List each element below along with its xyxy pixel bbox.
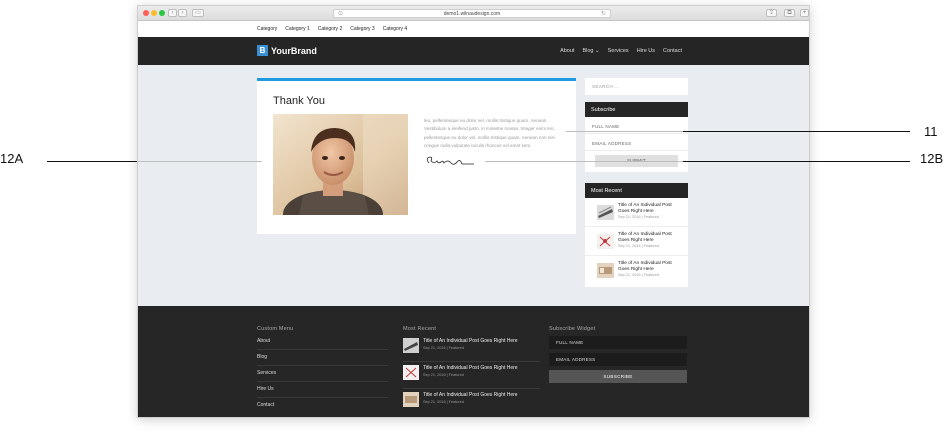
category-link[interactable]: Category 3: [350, 26, 374, 32]
post-thumbnail: [403, 338, 419, 353]
page-viewport: Category Category 1 Category 2 Category …: [138, 21, 809, 417]
browser-toolbar: ‹ › ▭ ⊙ demo1.wilnaudesign.com ↻ ⇪ ⧉ +: [138, 6, 809, 21]
callout-12b-line: [485, 161, 683, 162]
post-meta: Sep 21, 2016 | Featured: [423, 373, 464, 377]
post-meta: Sep 21, 2016 | Featured: [618, 244, 659, 248]
post-thumbnail: [597, 234, 614, 249]
chevron-down-icon: ⌄: [594, 48, 600, 54]
nav-item-about[interactable]: About: [560, 48, 574, 54]
post-meta: Sep 21, 2016 | Featured: [423, 400, 464, 404]
email-field[interactable]: EMAIL ADDRESS: [585, 134, 688, 151]
footer-link-services[interactable]: Services: [257, 366, 388, 382]
card-body-text: leo, pellentesque eu dolor vel, mollis t…: [424, 118, 555, 149]
subscribe-button[interactable]: SUBSCRIBE: [549, 370, 687, 383]
post-title: Title of An Individual Post Goes Right H…: [423, 365, 518, 371]
post-title: Title of An Individual Post Goes Right H…: [618, 203, 672, 214]
callout-11-line-outer: [683, 131, 910, 132]
nav-item-contact[interactable]: Contact: [663, 48, 682, 54]
post-thumbnail: [597, 205, 614, 220]
nav-item-hire-us[interactable]: Hire Us: [637, 48, 655, 54]
reload-icon[interactable]: ↻: [601, 10, 606, 18]
nav-item-blog[interactable]: Blog ⌄: [582, 48, 599, 54]
footer-email-field[interactable]: EMAIL ADDRESS: [549, 353, 687, 366]
portrait-photo: [273, 114, 408, 215]
forward-button[interactable]: ›: [178, 9, 187, 17]
sidebar-search-input[interactable]: SEARCH ...: [585, 78, 688, 95]
list-item[interactable]: Title of An Individual Post Goes Right H…: [585, 198, 688, 227]
footer-link-about[interactable]: About: [257, 334, 388, 350]
tabs-button[interactable]: ⧉: [784, 9, 795, 17]
address-bar[interactable]: ⊙ demo1.wilnaudesign.com ↻: [333, 9, 611, 18]
category-link[interactable]: Category 1: [285, 26, 309, 32]
logo-mark: B: [257, 45, 268, 56]
maximize-window-button[interactable]: [159, 10, 165, 16]
callout-12a-label: 12A: [0, 151, 24, 166]
callout-12a-line: [47, 161, 137, 162]
category-link[interactable]: Category 4: [383, 26, 407, 32]
list-item[interactable]: Title of An Individual Post Goes Right H…: [403, 335, 540, 362]
most-recent-heading: Most Recent: [585, 183, 688, 198]
minimize-window-button[interactable]: [151, 10, 157, 16]
nav-item-services[interactable]: Services: [608, 48, 629, 54]
thank-you-card: Thank You leo, pellentesque eu dolor vel…: [257, 78, 576, 234]
footer-link-hire-us[interactable]: Hire Us: [257, 382, 388, 398]
nav-item-blog-label: Blog: [582, 48, 594, 54]
callout-11-label: 11: [924, 124, 938, 139]
new-tab-button[interactable]: +: [800, 9, 809, 17]
list-item[interactable]: Title of An Individual Post Goes Right H…: [585, 227, 688, 256]
post-meta: Sep 21, 2016 | Featured: [618, 215, 659, 219]
footer-recent-title: Most Recent: [403, 326, 437, 332]
post-thumbnail: [597, 263, 614, 278]
page-title: Thank You: [273, 95, 325, 107]
category-link[interactable]: Category 2: [318, 26, 342, 32]
lock-icon: ⊙: [338, 11, 344, 17]
callout-12b-label: 12B: [920, 151, 944, 166]
footer-menu-title: Custom Menu: [257, 326, 294, 332]
brand-logo[interactable]: B YourBrand: [257, 45, 317, 56]
back-button[interactable]: ‹: [168, 9, 177, 17]
site-header: B YourBrand About Blog ⌄ Services Hire U…: [138, 37, 809, 65]
most-recent-widget: Most Recent Title of An Individual Post …: [585, 183, 688, 287]
footer-link-contact[interactable]: Contact: [257, 398, 388, 414]
post-title: Title of An Individual Post Goes Right H…: [618, 232, 672, 243]
post-meta: Sep 21, 2016 | Featured: [423, 346, 464, 350]
post-meta: Sep 21, 2016 | Featured: [618, 273, 659, 277]
callout-12a-pointer: [137, 161, 262, 162]
sidebar-toggle-icon[interactable]: ▭: [192, 9, 204, 17]
brand-name: YourBrand: [271, 45, 317, 56]
footer-subscribe-title: Subscribe Widget: [549, 326, 596, 332]
browser-window: ‹ › ▭ ⊙ demo1.wilnaudesign.com ↻ ⇪ ⧉ + C…: [137, 5, 810, 418]
post-title: Title of An Individual Post Goes Right H…: [423, 392, 518, 398]
post-title: Title of An Individual Post Goes Right H…: [423, 338, 518, 344]
list-item[interactable]: Title of An Individual Post Goes Right H…: [585, 256, 688, 285]
share-button[interactable]: ⇪: [766, 9, 777, 17]
callout-12b-line-outer: [683, 161, 910, 162]
site-footer: Custom Menu About Blog Services Hire Us …: [138, 306, 809, 417]
main-nav: About Blog ⌄ Services Hire Us Contact: [560, 48, 682, 54]
category-link[interactable]: Category: [257, 26, 277, 32]
address-bar-url: demo1.wilnaudesign.com: [443, 11, 501, 17]
signature-image: [424, 155, 476, 169]
subscribe-heading: Subscribe: [585, 102, 688, 117]
list-item[interactable]: Title of An Individual Post Goes Right H…: [403, 362, 540, 389]
callout-11-line: [566, 131, 683, 132]
post-thumbnail: [403, 392, 419, 407]
footer-full-name-field[interactable]: FULL NAME: [549, 336, 687, 349]
post-title: Title of An Individual Post Goes Right H…: [618, 261, 672, 272]
close-window-button[interactable]: [143, 10, 149, 16]
list-item[interactable]: Title of An Individual Post Goes Right H…: [403, 389, 540, 416]
footer-link-blog[interactable]: Blog: [257, 350, 388, 366]
category-bar: Category Category 1 Category 2 Category …: [138, 21, 809, 37]
post-thumbnail: [403, 365, 419, 380]
